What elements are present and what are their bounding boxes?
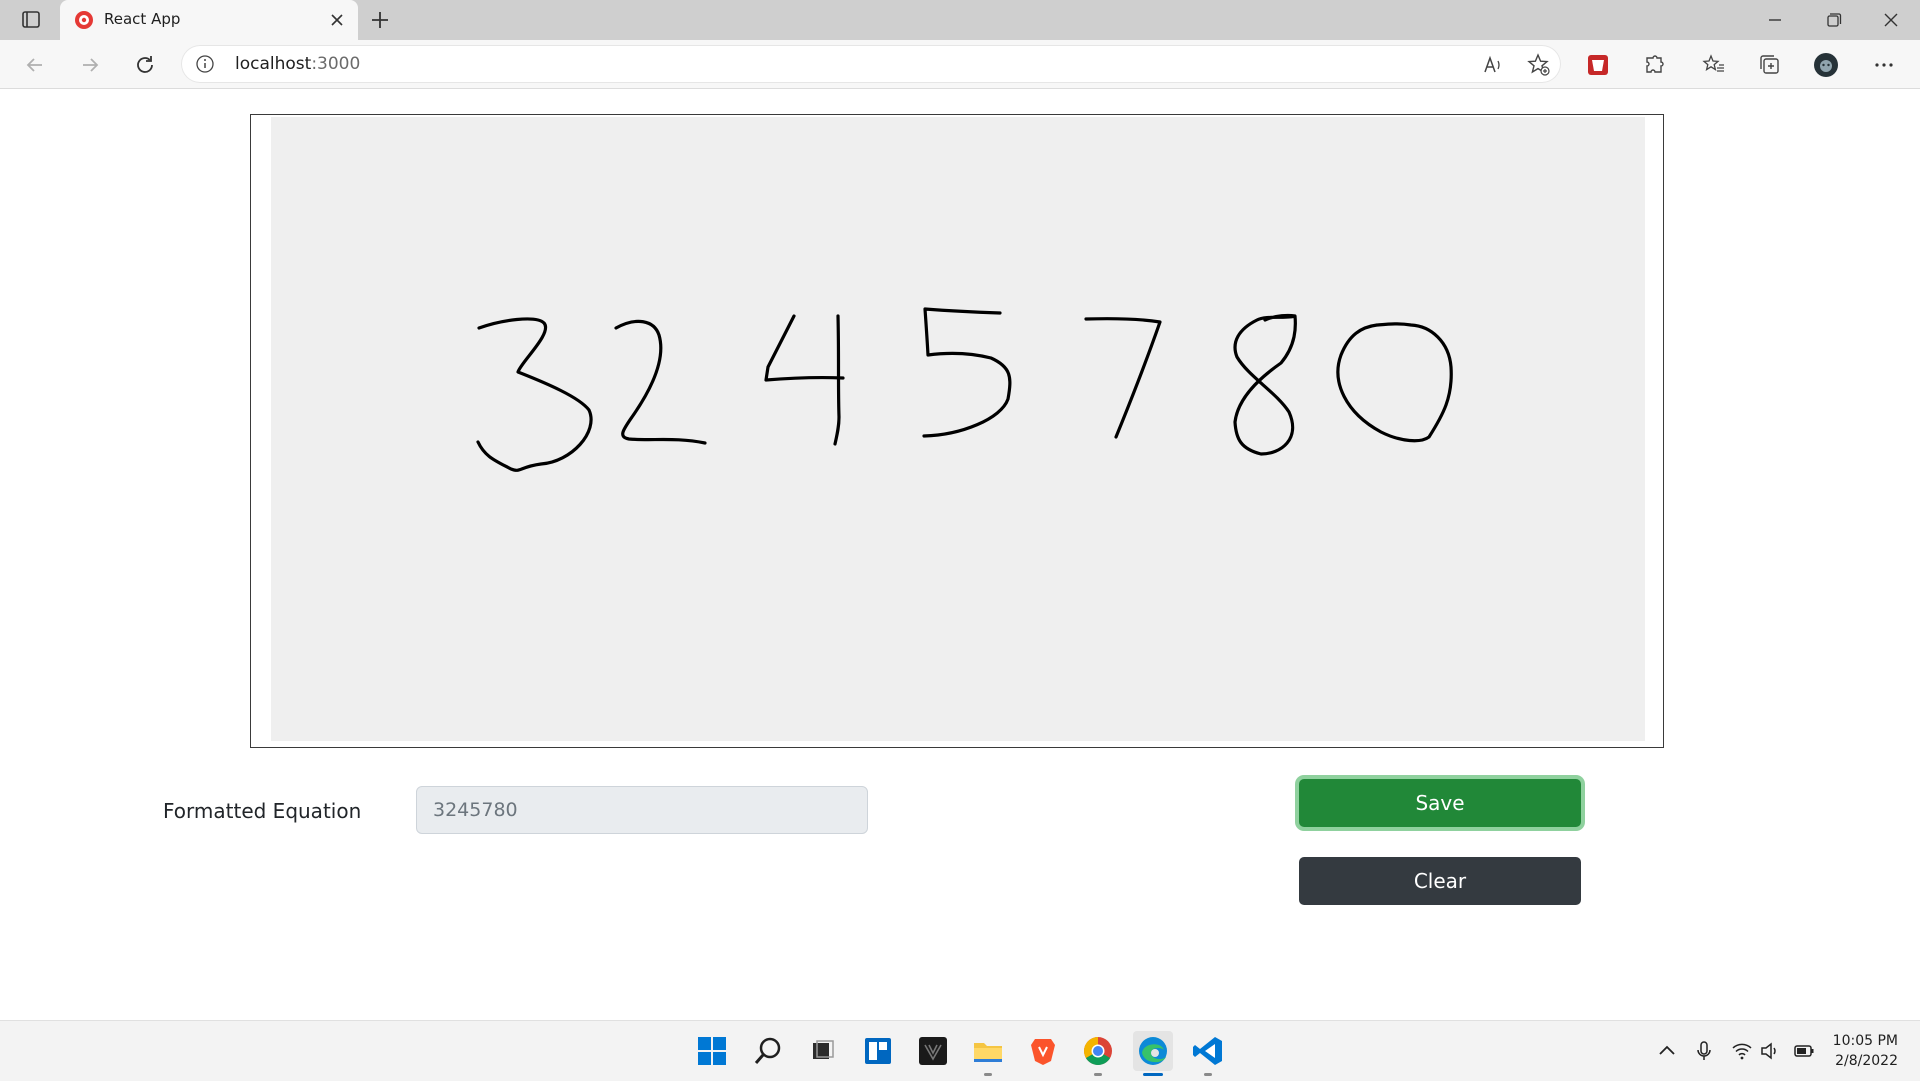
brave-icon[interactable]: [1025, 1033, 1061, 1069]
collections-icon[interactable]: [1757, 52, 1783, 78]
favorites-icon[interactable]: [1701, 52, 1727, 78]
equation-label: Formatted Equation: [163, 799, 362, 823]
save-button[interactable]: Save: [1299, 779, 1581, 827]
wifi-icon[interactable]: [1730, 1039, 1754, 1063]
tab-actions-icon[interactable]: [14, 8, 46, 32]
chrome-running-indicator: [1094, 1073, 1102, 1076]
extension-red-icon[interactable]: [1585, 52, 1611, 78]
predator-app-icon[interactable]: [915, 1033, 951, 1069]
refresh-icon[interactable]: [132, 52, 158, 78]
forward-icon[interactable]: [77, 52, 103, 78]
new-tab-icon[interactable]: [368, 8, 392, 32]
extensions-icon[interactable]: [1641, 52, 1667, 78]
drawing-canvas[interactable]: [271, 117, 1645, 741]
browser-toolbar: localhost:3000: [0, 40, 1920, 89]
start-icon[interactable]: [694, 1033, 730, 1069]
search-icon[interactable]: [750, 1033, 786, 1069]
edge-active-indicator: [1143, 1073, 1163, 1076]
chrome-icon[interactable]: [1080, 1033, 1116, 1069]
task-view-icon[interactable]: [805, 1033, 841, 1069]
edge-icon[interactable]: [1133, 1031, 1173, 1071]
widgets-icon[interactable]: [860, 1033, 896, 1069]
canvas-frame: [250, 114, 1664, 748]
system-clock[interactable]: 10:05 PM 2/8/2022: [1833, 1031, 1898, 1071]
windows-taskbar: 10:05 PM 2/8/2022: [0, 1020, 1920, 1081]
profile-avatar-icon[interactable]: [1813, 52, 1839, 78]
clock-date: 2/8/2022: [1835, 1053, 1898, 1069]
clear-button[interactable]: Clear: [1299, 857, 1581, 905]
react-favicon-icon: [75, 11, 93, 29]
volume-icon[interactable]: [1758, 1039, 1782, 1063]
browser-tab[interactable]: React App: [60, 0, 358, 40]
close-window-icon[interactable]: [1879, 10, 1903, 30]
site-info-icon[interactable]: [195, 54, 215, 74]
close-tab-icon[interactable]: [328, 11, 346, 29]
restore-icon[interactable]: [1821, 10, 1845, 30]
address-bar[interactable]: localhost:3000: [181, 45, 1561, 83]
add-favorite-icon[interactable]: [1526, 52, 1552, 78]
vscode-running-indicator: [1204, 1073, 1212, 1076]
handwritten-digits-drawing: [476, 307, 1453, 472]
battery-icon[interactable]: [1792, 1039, 1816, 1063]
explorer-running-indicator: [984, 1073, 992, 1076]
back-icon[interactable]: [22, 52, 48, 78]
equation-field[interactable]: 3245780: [416, 786, 868, 834]
url-host: localhost: [235, 54, 312, 74]
browser-tab-bar: React App: [0, 0, 1920, 40]
clock-time: 10:05 PM: [1832, 1033, 1898, 1049]
read-aloud-icon[interactable]: [1480, 52, 1506, 78]
file-explorer-icon[interactable]: [970, 1033, 1006, 1069]
tab-title: React App: [104, 10, 181, 28]
url-port: :3000: [311, 54, 361, 74]
microphone-icon[interactable]: [1692, 1039, 1716, 1063]
minimize-icon[interactable]: [1763, 10, 1787, 30]
chevron-up-icon[interactable]: [1655, 1039, 1679, 1063]
vscode-icon[interactable]: [1190, 1033, 1226, 1069]
more-options-icon[interactable]: [1871, 52, 1897, 78]
url-text: localhost:3000: [235, 54, 360, 74]
